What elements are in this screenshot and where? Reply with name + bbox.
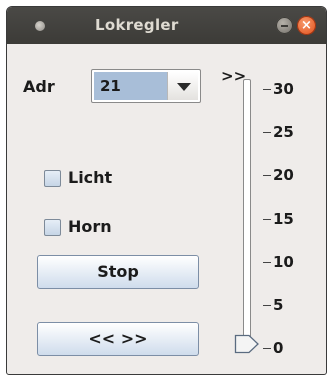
slider-tick-label: 0 bbox=[273, 339, 284, 357]
slider-tick-label: 15 bbox=[273, 209, 294, 228]
lokregler-window: Lokregler × Adr 21 >> Licht Horn Stop <<… bbox=[6, 6, 327, 375]
slider-tick-label: 30 bbox=[273, 80, 294, 98]
slider-tick bbox=[263, 348, 271, 349]
slider-tick bbox=[263, 261, 271, 263]
slider-tick-label: 25 bbox=[273, 123, 294, 142]
slider-tick-label: 20 bbox=[273, 166, 294, 185]
slider-tick bbox=[263, 175, 271, 177]
slider-tick bbox=[263, 304, 271, 306]
speed-slider-scale: 30 25 20 15 10 5 0 bbox=[7, 7, 326, 374]
slider-tick bbox=[263, 89, 271, 90]
slider-tick-label: 5 bbox=[273, 295, 284, 314]
slider-tick bbox=[263, 132, 271, 134]
slider-tick-label: 10 bbox=[273, 252, 294, 271]
slider-tick bbox=[263, 218, 271, 220]
